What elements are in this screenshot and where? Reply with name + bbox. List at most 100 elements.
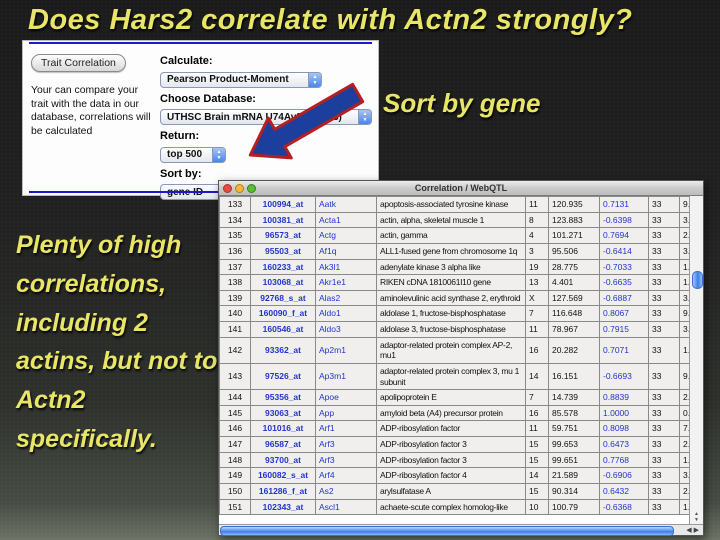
p-value: 3.64e-06	[680, 290, 690, 306]
gene-symbol[interactable]: Acta1	[316, 212, 377, 228]
gene-symbol[interactable]: Arf3	[316, 437, 377, 453]
probe-id[interactable]: 96573_at	[251, 228, 316, 244]
probe-id[interactable]: 103068_at	[251, 275, 316, 291]
n-cases: 33	[649, 322, 680, 338]
chromosome: 13	[526, 275, 549, 291]
gene-symbol[interactable]: App	[316, 405, 377, 421]
n-cases: 33	[649, 197, 680, 213]
probe-id[interactable]: 100994_at	[251, 197, 316, 213]
gene-symbol[interactable]: As2	[316, 483, 377, 499]
divider	[29, 42, 372, 44]
position-mb: 28.775	[549, 259, 600, 275]
return-select[interactable]: top 500 ▲▼	[160, 147, 226, 163]
p-value: 1.37e-08	[680, 452, 690, 468]
p-value: 1.38e-06	[680, 337, 690, 363]
probe-id[interactable]: 96587_at	[251, 437, 316, 453]
row-index: 137	[220, 259, 251, 275]
probe-id[interactable]: 160546_at	[251, 322, 316, 338]
gene-symbol[interactable]: Af1q	[316, 243, 377, 259]
horizontal-scrollbar[interactable]: ◀▶	[219, 524, 703, 535]
gene-symbol[interactable]: Aldo3	[316, 322, 377, 338]
probe-id[interactable]: 93362_at	[251, 337, 316, 363]
zoom-icon[interactable]	[247, 184, 256, 193]
position-mb: 101.271	[549, 228, 600, 244]
horizontal-scrollbar-thumb[interactable]	[220, 526, 674, 536]
n-cases: 33	[649, 468, 680, 484]
gene-symbol[interactable]: Ap3m1	[316, 363, 377, 389]
position-mb: 4.401	[549, 275, 600, 291]
description: amyloid beta (A4) precursor protein	[377, 405, 526, 421]
probe-id[interactable]: 92768_s_at	[251, 290, 316, 306]
correlation: 0.7131	[600, 197, 649, 213]
probe-id[interactable]: 93700_at	[251, 452, 316, 468]
table-row: 14495356_atApoeapolipoprotein E714.7390.…	[220, 390, 690, 406]
minimize-icon[interactable]	[235, 184, 244, 193]
gene-symbol[interactable]: Aatk	[316, 197, 377, 213]
probe-id[interactable]: 161286_f_at	[251, 483, 316, 499]
gene-symbol[interactable]: Akr1e1	[316, 275, 377, 291]
row-index: 150	[220, 483, 251, 499]
chromosome: 11	[526, 421, 549, 437]
p-value: 1.70e-06	[680, 259, 690, 275]
row-index: 133	[220, 197, 251, 213]
gene-symbol[interactable]: Ascl1	[316, 499, 377, 515]
description: actin, gamma	[377, 228, 526, 244]
calculate-select[interactable]: Pearson Product-Moment ▲▼	[160, 72, 322, 88]
gene-symbol[interactable]: Arf1	[316, 421, 377, 437]
close-icon[interactable]	[223, 184, 232, 193]
return-select-value: top 500	[167, 149, 202, 160]
correlation: 0.8067	[600, 306, 649, 322]
correlation: 0.8839	[600, 390, 649, 406]
page-title: Does Hars2 correlate with Actn2 strongly…	[28, 4, 632, 37]
window-titlebar[interactable]: Correlation / WebQTL	[219, 181, 703, 196]
p-value: 7.01e-10	[680, 421, 690, 437]
probe-id[interactable]: 97526_at	[251, 363, 316, 389]
probe-id[interactable]: 102343_at	[251, 499, 316, 515]
position-mb: 100.79	[549, 499, 600, 515]
n-cases: 33	[649, 290, 680, 306]
probe-id[interactable]: 160082_s_at	[251, 468, 316, 484]
table-row: 149160082_s_atArf4ADP-ribosylation facto…	[220, 468, 690, 484]
row-index: 142	[220, 337, 251, 363]
gene-symbol[interactable]: Ap2m1	[316, 337, 377, 363]
probe-id[interactable]: 101016_at	[251, 421, 316, 437]
gene-symbol[interactable]: Aldo1	[316, 306, 377, 322]
probe-id[interactable]: 160090_f_at	[251, 306, 316, 322]
table-row: 138103068_atAkr1e1RIKEN cDNA 1810061I10 …	[220, 275, 690, 291]
gene-symbol[interactable]: Arf4	[316, 468, 377, 484]
gene-symbol[interactable]: Alas2	[316, 290, 377, 306]
n-cases: 33	[649, 228, 680, 244]
position-mb: 120.935	[549, 197, 600, 213]
vertical-scrollbar[interactable]: ▲▼	[689, 196, 703, 524]
probe-id[interactable]: 93063_at	[251, 405, 316, 421]
gene-symbol[interactable]: Ak3l1	[316, 259, 377, 275]
vertical-scroll-arrows-icon[interactable]: ▲▼	[690, 511, 703, 523]
probe-id[interactable]: 160233_at	[251, 259, 316, 275]
horizontal-scroll-arrows-icon[interactable]: ◀▶	[686, 526, 701, 534]
description: ADP-ribosylation factor 4	[377, 468, 526, 484]
trait-correlation-button[interactable]: Trait Correlation	[31, 54, 126, 72]
table-row: 13992768_s_atAlas2aminolevulinic acid sy…	[220, 290, 690, 306]
calculate-select-value: Pearson Product-Moment	[167, 74, 289, 85]
table-row: 151102343_atAscl1achaete-scute complex h…	[220, 499, 690, 515]
chromosome: 8	[526, 212, 549, 228]
chromosome: 19	[526, 259, 549, 275]
n-cases: 33	[649, 390, 680, 406]
vertical-scrollbar-thumb[interactable]	[692, 271, 703, 289]
gene-symbol[interactable]: Apoe	[316, 390, 377, 406]
row-index: 145	[220, 405, 251, 421]
table-row: 140160090_f_atAldo1aldolase 1, fructose-…	[220, 306, 690, 322]
chromosome: 14	[526, 363, 549, 389]
description: ADP-ribosylation factor 3	[377, 452, 526, 468]
row-index: 147	[220, 437, 251, 453]
chromosome: 4	[526, 228, 549, 244]
row-index: 135	[220, 228, 251, 244]
p-value: 2.33e-14	[680, 390, 690, 406]
probe-id[interactable]: 95356_at	[251, 390, 316, 406]
description: apolipoprotein E	[377, 390, 526, 406]
description: adaptor-related protein complex AP-2, mu…	[377, 337, 526, 363]
gene-symbol[interactable]: Actg	[316, 228, 377, 244]
probe-id[interactable]: 95503_at	[251, 243, 316, 259]
gene-symbol[interactable]: Arf3	[316, 452, 377, 468]
probe-id[interactable]: 100381_at	[251, 212, 316, 228]
